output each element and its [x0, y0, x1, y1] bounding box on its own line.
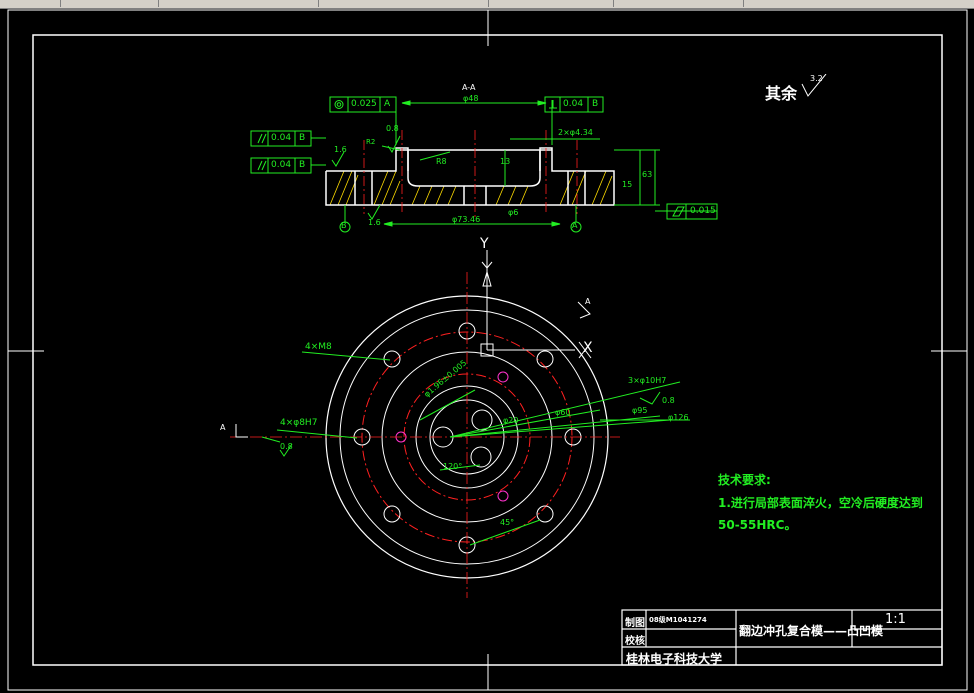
- datum-a-label: A: [572, 221, 578, 230]
- tol-flat-value: 0.015: [690, 206, 716, 216]
- section-arrow-a-right: A: [585, 297, 591, 306]
- dim-rough-08: 0.8: [386, 124, 399, 133]
- tol-coax-datum: A: [384, 99, 391, 109]
- dim-angle120: 120°: [443, 462, 463, 471]
- dim-h15: 15: [622, 180, 633, 189]
- title-draw-label: 制图: [625, 618, 645, 629]
- dim-angle45: 45°: [500, 518, 515, 527]
- section-view: [250, 96, 718, 233]
- dim-rough-16b: 1.6: [368, 218, 381, 227]
- dim-d6: φ6: [508, 208, 519, 217]
- title-check-label: 校核: [625, 636, 645, 647]
- dim-rough-16a: 1.6: [334, 145, 347, 154]
- dim-holes-top: 3×φ10H7: [628, 376, 667, 385]
- dim-pin-rough: 0.8: [280, 442, 293, 451]
- tech-req-line2: 50-55HRC。: [718, 518, 797, 532]
- section-arrow-a-left: A: [220, 423, 226, 432]
- dim-top-dia: φ48: [463, 94, 479, 103]
- punch-hole: [470, 446, 492, 468]
- datum-b-label: B: [341, 221, 347, 230]
- tol-perp-value: 0.04: [563, 99, 584, 109]
- surface-finish-label: 其余: [765, 84, 798, 103]
- tol-par1-value: 0.04: [271, 133, 292, 143]
- roughness-symbol-icon: [801, 74, 827, 97]
- dim-chamfer: 2×φ4.34: [558, 128, 593, 137]
- tech-req-line1: 1.进行局部表面淬火，空冷后硬度达到: [718, 496, 923, 510]
- title-school: 桂林电子科技大学: [626, 652, 723, 666]
- dim-d95: φ95: [632, 406, 648, 415]
- ucs-icon: [480, 250, 592, 359]
- dim-pin-holes: 4×φ8H7: [280, 418, 318, 428]
- section-inner-cavity: [407, 150, 541, 187]
- axis-y-label: Y: [480, 236, 489, 252]
- dim-r2: R2: [366, 138, 376, 146]
- dim-d126: φ126: [668, 413, 689, 422]
- dim-d73: φ73.46: [452, 215, 481, 224]
- center-lines: [230, 272, 620, 598]
- dim-r8: R8: [436, 157, 447, 166]
- dim-h13: 13: [500, 157, 511, 166]
- section-outline-right: [325, 147, 615, 206]
- bolt-holes: [353, 322, 582, 554]
- dim-holes-rough: 0.8: [662, 396, 675, 405]
- section-label: A-A: [462, 83, 476, 92]
- title-student: 08级M1041274: [649, 616, 707, 624]
- title-drawing-title: 翻边冲孔复合模——凸凹模: [739, 624, 884, 638]
- tol-par1-datum: B: [299, 133, 306, 143]
- cad-drawing-canvas[interactable]: [0, 0, 974, 693]
- tol-perp-datum: B: [592, 99, 599, 109]
- tol-coax-value: 0.025: [351, 99, 377, 109]
- dim-h63: 63: [642, 170, 653, 179]
- title-scale: 1:1: [885, 612, 906, 627]
- tech-req-title: 技术要求:: [718, 473, 771, 487]
- tol-par2-value: 0.04: [271, 160, 292, 170]
- punch-hole: [471, 409, 493, 431]
- dim-d20: φ20: [503, 416, 519, 425]
- tol-par2-datum: B: [299, 160, 306, 170]
- axis-x-label: X: [583, 340, 593, 356]
- dim-m8: 4×M8: [305, 342, 332, 352]
- dim-d60: φ60: [555, 408, 571, 417]
